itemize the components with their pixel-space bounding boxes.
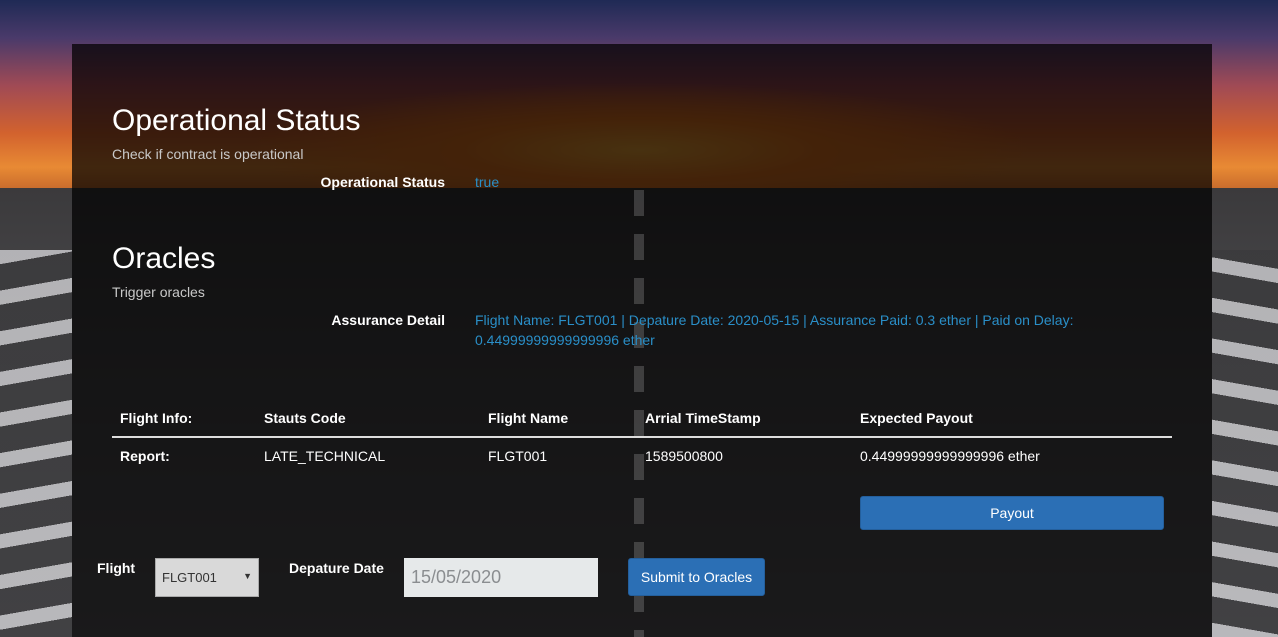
expected-payout-cell: 0.44999999999999996 ether [860,448,1040,464]
main-content: Operational Status Check if contract is … [0,0,1278,637]
operational-status-value: true [475,174,500,190]
submit-to-oracles-button[interactable]: Submit to Oracles [628,558,765,596]
header-flight-info: Flight Info: [112,400,256,438]
flight-label: Flight [97,560,136,576]
assurance-detail-value: Flight Name: FLGT001 | Depature Date: 20… [475,312,1074,348]
header-expected-payout: Expected Payout [852,400,1172,438]
operational-status-label: Operational Status [320,174,445,190]
assurance-detail-label: Assurance Detail [331,312,445,328]
caret-down-icon: ▼ [243,571,252,581]
report-row-label: Report: [120,448,170,464]
operational-status-subtitle: Check if contract is operational [112,146,304,162]
status-code-cell: LATE_TECHNICAL [264,448,386,464]
flight-name-cell: FLGT001 [488,448,548,464]
payout-button[interactable]: Payout [860,496,1164,530]
table-header-row: Flight Info: Stauts Code Flight Name Arr… [112,400,1172,438]
operational-status-title: Operational Status [112,104,361,137]
oracles-subtitle: Trigger oracles [112,284,205,300]
flight-select[interactable]: FLGT001 ▼ [155,558,259,597]
flight-info-table: Flight Info: Stauts Code Flight Name Arr… [112,400,1172,474]
header-status-code: Stauts Code [256,400,480,438]
departure-date-label: Depature Date [289,560,384,576]
flight-select-value: FLGT001 [162,570,217,585]
header-arrival-timestamp: Arrial TimeStamp [637,400,852,438]
arrival-timestamp-cell: 1589500800 [645,448,723,464]
departure-date-input[interactable] [404,558,598,597]
header-flight-name: Flight Name [480,400,637,438]
oracles-title: Oracles [112,242,216,275]
table-row: Report: LATE_TECHNICAL FLGT001 158950080… [112,437,1172,474]
